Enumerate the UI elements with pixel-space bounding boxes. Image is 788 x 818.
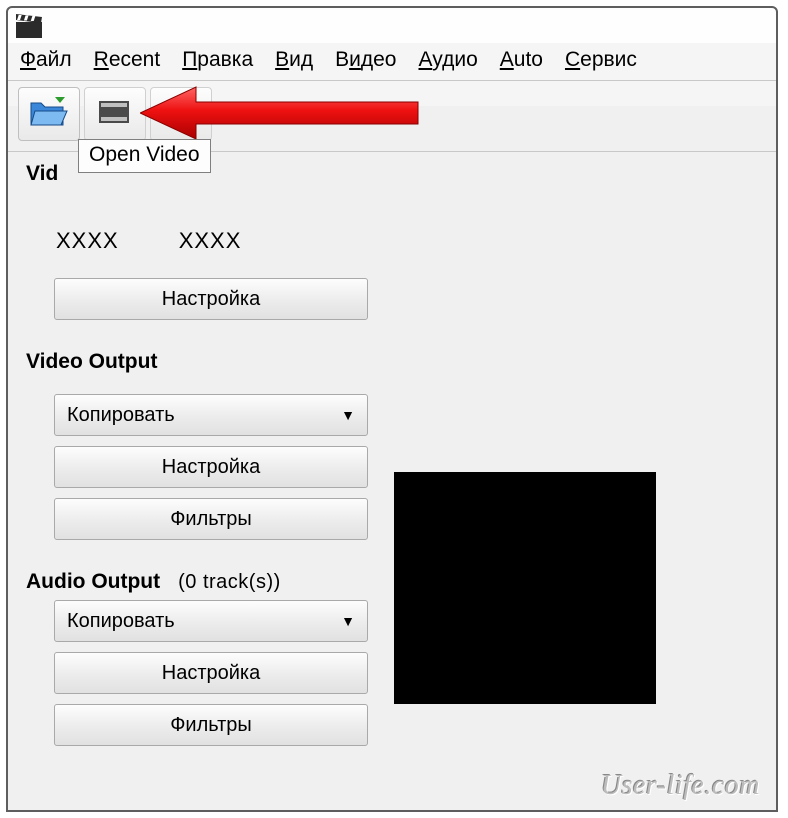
open-video-button[interactable] [18, 87, 80, 141]
app-window: Файл Recent Правка Вид Видео Аудио Auto … [6, 6, 778, 812]
video-decoder-configure-button[interactable]: Настройка [54, 278, 368, 320]
video-output-heading: Video Output [26, 350, 758, 374]
video-output-filters-button[interactable]: Фильтры [54, 498, 368, 540]
menu-view[interactable]: Вид [275, 48, 313, 72]
watermark: User-life.com [601, 770, 760, 802]
audio-output-codec-combo[interactable]: Копировать ▼ [54, 600, 368, 642]
menu-file[interactable]: Файл [20, 48, 72, 72]
info-icon: i [162, 93, 200, 136]
content-area: Vid XXXX XXXX Настройка Video Output Коп… [8, 152, 776, 766]
video-output-configure-button[interactable]: Настройка [54, 446, 368, 488]
video-output-codec-value: Копировать [67, 404, 175, 427]
audio-output-tracks-count: (0 track(s)) [178, 571, 281, 594]
video-preview [394, 472, 656, 704]
toolbar: i Open Video [8, 81, 776, 152]
menu-edit[interactable]: Правка [182, 48, 253, 72]
menu-video[interactable]: Видео [335, 48, 396, 72]
film-strip-icon [95, 95, 135, 134]
info-button[interactable]: i [150, 87, 212, 141]
chevron-down-icon: ▼ [341, 613, 355, 629]
clapperboard-icon [16, 14, 768, 38]
menu-service[interactable]: Сервис [565, 48, 637, 72]
menubar: Файл Recent Правка Вид Видео Аудио Auto … [8, 44, 776, 81]
folder-open-icon [29, 95, 69, 134]
menu-auto[interactable]: Auto [500, 48, 543, 72]
video-output-codec-combo[interactable]: Копировать ▼ [54, 394, 368, 436]
svg-text:i: i [178, 100, 184, 125]
resolution-height: XXXX [179, 228, 242, 254]
titlebar [8, 8, 776, 44]
append-video-button[interactable] [84, 87, 146, 141]
audio-output-filters-button[interactable]: Фильтры [54, 704, 368, 746]
resolution-width: XXXX [56, 228, 119, 254]
video-decoder-heading: Vid [26, 162, 758, 186]
audio-output-heading: Audio Output [26, 570, 160, 594]
resolution-row: XXXX XXXX [26, 204, 758, 278]
menu-audio[interactable]: Аудио [419, 48, 478, 72]
menu-recent[interactable]: Recent [94, 48, 161, 72]
chevron-down-icon: ▼ [341, 407, 355, 423]
audio-output-configure-button[interactable]: Настройка [54, 652, 368, 694]
audio-output-codec-value: Копировать [67, 610, 175, 633]
